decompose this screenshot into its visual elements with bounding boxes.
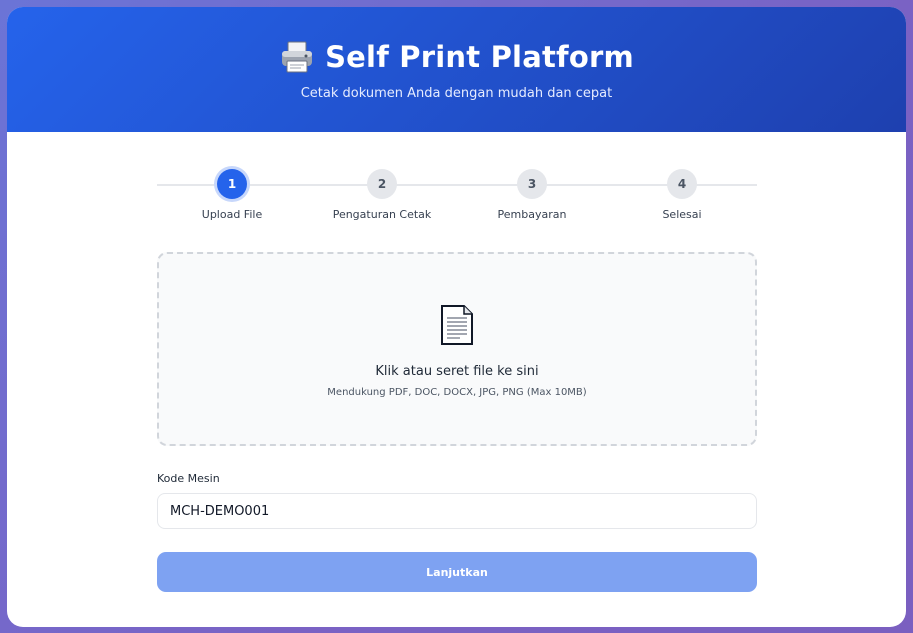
app-subtitle: Cetak dokumen Anda dengan mudah dan cepa… [300, 86, 613, 101]
step-number: 2 [367, 169, 397, 199]
machine-code-input[interactable] [157, 493, 757, 529]
app-title: Self Print Platform [325, 40, 634, 74]
step-label: Pembayaran [497, 208, 567, 221]
step-done: 4 Selesai [622, 167, 742, 221]
machine-code-label: Kode Mesin [157, 472, 220, 485]
step-upload-file: 1 Upload File [172, 167, 292, 221]
step-number: 4 [667, 169, 697, 199]
step-payment: 3 Pembayaran [472, 167, 592, 221]
main-content: 1 Upload File 2 Pengaturan Cetak 3 Pemba… [157, 167, 757, 592]
step-number: 3 [517, 169, 547, 199]
step-print-settings: 2 Pengaturan Cetak [322, 167, 442, 221]
step-label: Pengaturan Cetak [332, 208, 432, 221]
step-label: Selesai [662, 208, 702, 221]
header-title-row: Self Print Platform [7, 39, 906, 75]
continue-button[interactable]: Lanjutkan [157, 552, 757, 592]
step-label: Upload File [201, 208, 263, 221]
progress-steps: 1 Upload File 2 Pengaturan Cetak 3 Pemba… [157, 167, 757, 229]
document-icon [440, 304, 474, 346]
dropzone-hint: Mendukung PDF, DOC, DOCX, JPG, PNG (Max … [327, 387, 587, 398]
main-card: Self Print Platform Cetak dokumen Anda d… [7, 7, 906, 627]
file-dropzone[interactable]: Klik atau seret file ke sini Mendukung P… [157, 252, 757, 446]
printer-icon [279, 39, 315, 75]
step-number: 1 [217, 169, 247, 199]
page-header: Self Print Platform Cetak dokumen Anda d… [7, 7, 906, 132]
dropzone-title: Klik atau seret file ke sini [375, 364, 539, 379]
